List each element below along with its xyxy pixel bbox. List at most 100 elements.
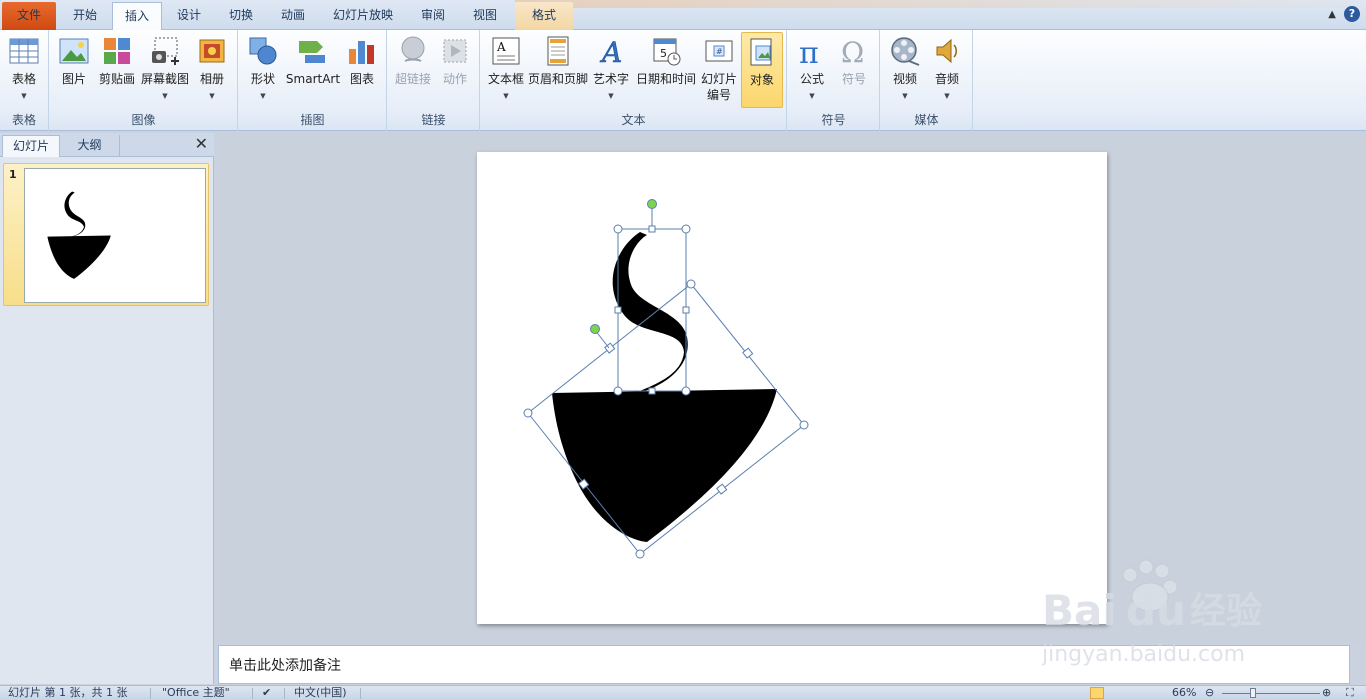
screenshot-icon xyxy=(152,37,179,65)
notes-pane[interactable]: 单击此处添加备注 xyxy=(218,645,1350,684)
slide-number: 1 xyxy=(9,168,17,181)
zoom-out-icon[interactable]: ⊖ xyxy=(1205,686,1214,699)
status-slide-info: 幻灯片 第 1 张，共 1 张 xyxy=(8,686,128,699)
dropdown-arrow-icon: ▼ xyxy=(503,92,509,100)
svg-text:Ω: Ω xyxy=(841,36,864,67)
equation-label: 公式 xyxy=(799,72,824,86)
minimize-ribbon-icon[interactable]: ▲ xyxy=(1328,9,1336,20)
table-button[interactable]: 表格 ▼ xyxy=(4,32,44,108)
slide-number-label-1: 幻灯片 xyxy=(700,72,737,86)
dropdown-arrow-icon: ▼ xyxy=(21,92,27,100)
ribbon: 表格 ▼ 表格 图片 剪贴画 屏幕截图 ▼ 相册 ▼ 图像 形状 ▼ Smart… xyxy=(0,30,1366,131)
clipart-button[interactable]: 剪贴画 xyxy=(96,32,138,108)
status-separator xyxy=(252,688,253,699)
header-footer-button[interactable]: 页眉和页脚 xyxy=(527,32,589,108)
tab-outline[interactable]: 大纲 xyxy=(60,135,120,157)
datetime-button[interactable]: 5 日期和时间 xyxy=(633,32,699,108)
screenshot-button[interactable]: 屏幕截图 ▼ xyxy=(140,32,190,108)
svg-text:#: # xyxy=(716,47,723,56)
slide-number-label-2: 编号 xyxy=(706,88,731,102)
notes-placeholder: 单击此处添加备注 xyxy=(229,658,341,674)
tab-design[interactable]: 设计 xyxy=(164,2,214,30)
slide[interactable] xyxy=(477,152,1107,624)
reading-view-icon[interactable] xyxy=(1126,687,1140,699)
steam-rotate-handle xyxy=(647,199,657,209)
svg-text:5: 5 xyxy=(660,47,667,60)
normal-view-icon[interactable] xyxy=(1090,687,1104,699)
svg-text:A: A xyxy=(599,36,622,67)
clipart-label: 剪贴画 xyxy=(98,72,135,86)
picture-label: 图片 xyxy=(61,72,86,86)
chart-button[interactable]: 图表 xyxy=(343,32,381,108)
wordart-button[interactable]: A 艺术字 ▼ xyxy=(591,32,631,108)
tab-animations[interactable]: 动画 xyxy=(268,2,318,30)
group-links: 超链接 动作 链接 xyxy=(388,30,480,131)
zoom-in-icon[interactable]: ⊕ xyxy=(1322,686,1331,699)
calendar-clock-icon: 5 xyxy=(653,38,681,66)
bowl-rotate-handle xyxy=(590,324,600,334)
group-illustrations: 形状 ▼ SmartArt 图表 插图 xyxy=(239,30,387,131)
symbol-label: 符号 xyxy=(841,72,866,86)
zoom-level[interactable]: 66% xyxy=(1172,686,1196,699)
action-label: 动作 xyxy=(442,72,467,86)
group-tables: 表格 ▼ 表格 xyxy=(0,30,49,131)
status-bar: 幻灯片 第 1 张，共 1 张 "Office 主题" ✔ 中文(中国) 66%… xyxy=(0,685,1366,699)
tab-transitions[interactable]: 切换 xyxy=(216,2,266,30)
status-language[interactable]: 中文(中国) xyxy=(294,686,347,699)
steam-shape xyxy=(612,232,688,392)
pane-tabs: 幻灯片 大纲 ✕ xyxy=(0,133,214,157)
album-button[interactable]: 相册 ▼ xyxy=(194,32,230,108)
hyperlink-label: 超链接 xyxy=(394,72,431,86)
action-button[interactable]: 动作 xyxy=(436,32,474,108)
video-button[interactable]: 视频 ▼ xyxy=(885,32,925,108)
shapes-button[interactable]: 形状 ▼ xyxy=(245,32,281,108)
tab-slideshow[interactable]: 幻灯片放映 xyxy=(322,2,404,30)
dropdown-arrow-icon: ▼ xyxy=(608,92,614,100)
status-theme[interactable]: "Office 主题" xyxy=(162,686,230,699)
tab-format[interactable]: 格式 xyxy=(515,2,573,30)
zoom-slider[interactable] xyxy=(1222,693,1320,694)
thumbnail-artwork xyxy=(47,191,111,279)
slide-sorter-view-icon[interactable] xyxy=(1108,687,1122,699)
tab-insert[interactable]: 插入 xyxy=(112,2,162,30)
slide-thumbnail[interactable] xyxy=(24,168,206,303)
table-label: 表格 xyxy=(11,72,36,86)
datetime-label: 日期和时间 xyxy=(635,72,696,86)
shapes-label: 形状 xyxy=(250,72,275,86)
group-label-links: 链接 xyxy=(421,113,446,127)
help-icon[interactable]: ? xyxy=(1344,6,1360,22)
slide-thumbnail-item[interactable]: 1 xyxy=(3,163,209,306)
table-icon xyxy=(9,38,39,64)
close-icon[interactable]: ✕ xyxy=(195,136,208,152)
textbox-button[interactable]: A 文本框 ▼ xyxy=(485,32,527,108)
slide-editing-area xyxy=(218,133,1366,642)
dropdown-arrow-icon: ▼ xyxy=(944,92,950,100)
picture-button[interactable]: 图片 xyxy=(56,32,92,108)
spellcheck-icon[interactable]: ✔ xyxy=(262,686,278,699)
omega-icon: Ω xyxy=(841,36,864,67)
audio-label: 音频 xyxy=(934,72,959,86)
chart-label: 图表 xyxy=(349,72,374,86)
equation-button[interactable]: π 公式 ▼ xyxy=(792,32,832,108)
slide-number-button[interactable]: # 幻灯片 编号 xyxy=(699,32,739,108)
group-media: 视频 ▼ 音频 ▼ 媒体 xyxy=(881,30,973,131)
context-glow xyxy=(515,0,1365,8)
fit-to-window-icon[interactable]: ⛶ xyxy=(1346,686,1354,699)
symbol-button[interactable]: Ω 符号 xyxy=(834,32,874,108)
tab-review[interactable]: 审阅 xyxy=(408,2,458,30)
tab-file[interactable]: 文件 xyxy=(2,2,56,30)
header-footer-label: 页眉和页脚 xyxy=(527,72,588,86)
hyperlink-button[interactable]: 超链接 xyxy=(392,32,434,108)
audio-button[interactable]: 音频 ▼ xyxy=(927,32,967,108)
group-label-symbols: 符号 xyxy=(821,113,846,127)
slideshow-view-icon[interactable] xyxy=(1144,687,1158,699)
object-button[interactable]: 对象 xyxy=(741,32,783,108)
zoom-slider-thumb[interactable] xyxy=(1250,688,1256,698)
tab-view[interactable]: 视图 xyxy=(460,2,510,30)
group-symbols: π 公式 ▼ Ω 符号 符号 xyxy=(788,30,880,131)
smartart-button[interactable]: SmartArt xyxy=(283,32,343,108)
dropdown-arrow-icon: ▼ xyxy=(162,92,168,100)
tab-home[interactable]: 开始 xyxy=(58,2,112,30)
dropdown-arrow-icon: ▼ xyxy=(809,92,815,100)
tab-slides[interactable]: 幻灯片 xyxy=(2,135,60,157)
